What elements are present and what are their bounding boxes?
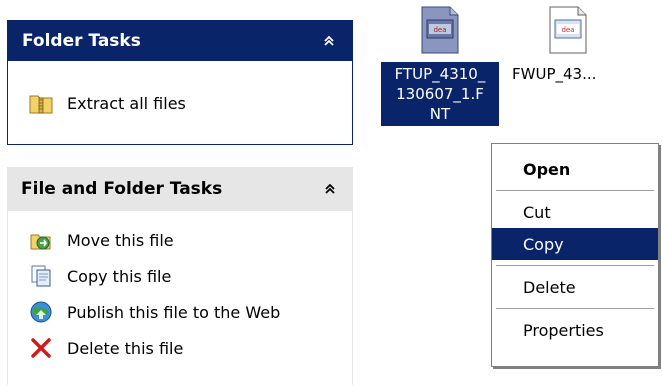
move-icon xyxy=(28,227,54,253)
file-item[interactable]: dea FWUP_43... xyxy=(508,6,628,86)
publish-to-web-link[interactable]: Publish this file to the Web xyxy=(8,294,352,330)
menu-item-open[interactable]: Open xyxy=(492,153,658,185)
menu-item-delete[interactable]: Delete xyxy=(492,271,658,303)
globe-icon xyxy=(28,299,54,325)
svg-text:dea: dea xyxy=(561,26,574,34)
extract-all-files-link[interactable]: Extract all files xyxy=(8,85,352,121)
collapse-chevron-icon[interactable] xyxy=(321,180,339,198)
menu-item-copy[interactable]: Copy xyxy=(492,228,658,260)
delete-x-icon xyxy=(28,335,54,361)
svg-text:dea: dea xyxy=(433,26,446,34)
menu-separator xyxy=(496,265,654,266)
menu-item-cut[interactable]: Cut xyxy=(492,196,658,228)
file-item-selected[interactable]: dea FTUP_4310_ 130607_1.F NT xyxy=(381,6,499,126)
task-label: Copy this file xyxy=(67,266,172,286)
copy-this-file-link[interactable]: Copy this file xyxy=(8,258,352,294)
document-icon: dea xyxy=(548,6,588,54)
file-tasks-title: File and Folder Tasks xyxy=(21,179,223,199)
menu-separator xyxy=(496,308,654,309)
move-this-file-link[interactable]: Move this file xyxy=(8,222,352,258)
folder-tasks-panel: Folder Tasks Extract all files xyxy=(7,20,353,145)
file-tasks-header[interactable]: File and Folder Tasks xyxy=(7,167,353,211)
task-label: Extract all files xyxy=(67,93,186,113)
folder-tasks-title: Folder Tasks xyxy=(22,31,141,51)
task-label: Move this file xyxy=(67,230,174,250)
copy-icon xyxy=(28,263,54,289)
delete-this-file-link[interactable]: Delete this file xyxy=(8,330,352,366)
folder-tasks-header[interactable]: Folder Tasks xyxy=(8,21,352,61)
collapse-chevron-icon[interactable] xyxy=(320,32,338,50)
task-label: Publish this file to the Web xyxy=(67,302,281,322)
menu-item-properties[interactable]: Properties xyxy=(492,314,658,346)
file-name-label: FTUP_4310_ 130607_1.F NT xyxy=(381,62,499,126)
menu-separator xyxy=(496,190,654,191)
document-icon: dea xyxy=(420,6,460,54)
zip-folder-icon xyxy=(28,90,54,116)
context-menu: Open Cut Copy Delete Properties xyxy=(491,143,659,367)
file-name-label: FWUP_43... xyxy=(512,65,597,83)
task-label: Delete this file xyxy=(67,338,184,358)
file-and-folder-tasks-panel: File and Folder Tasks Move this file Cop… xyxy=(7,167,353,385)
